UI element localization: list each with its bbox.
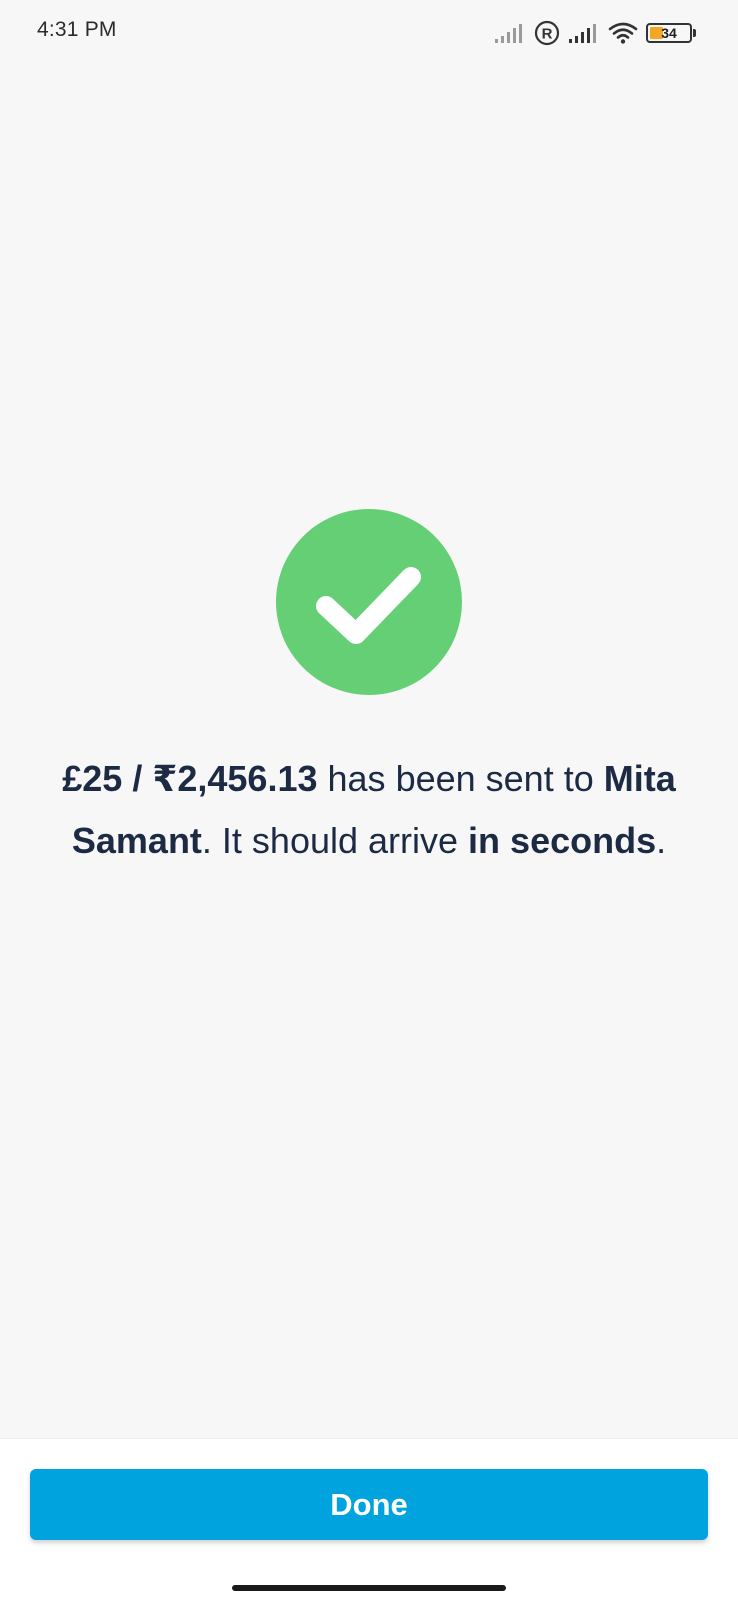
status-bar: 4:31 PM R 34	[0, 0, 738, 66]
check-icon	[316, 567, 421, 644]
signal-icon	[568, 22, 600, 44]
battery-tip	[693, 29, 696, 37]
status-time: 4:31 PM	[37, 18, 117, 41]
message-text-end: .	[656, 820, 667, 861]
arrival-eta: in seconds	[468, 820, 657, 861]
transfer-amount: £25 / ₹2,456.13	[62, 758, 318, 799]
home-indicator[interactable]	[232, 1585, 506, 1591]
signal-icon	[494, 22, 526, 44]
battery-icon: 34	[646, 23, 696, 43]
svg-text:R: R	[542, 26, 553, 43]
message-text-arrive: . It should arrive	[201, 820, 469, 861]
roaming-icon: R	[534, 20, 560, 46]
message-text-sent: has been sent to	[317, 758, 604, 799]
wifi-icon	[608, 21, 638, 45]
success-message: £25 / ₹2,456.13 has been sent to Mita Sa…	[40, 748, 698, 872]
status-icons: R 34	[494, 18, 696, 48]
success-check-circle	[276, 509, 462, 695]
battery-level: 34	[661, 25, 677, 41]
done-button[interactable]: Done	[30, 1469, 708, 1540]
bottom-action-panel: Done	[0, 1438, 738, 1600]
transfer-success-screen: 4:31 PM R 34 £25 / ₹2,456.13 has been se…	[0, 0, 738, 1600]
battery-body: 34	[646, 23, 692, 43]
